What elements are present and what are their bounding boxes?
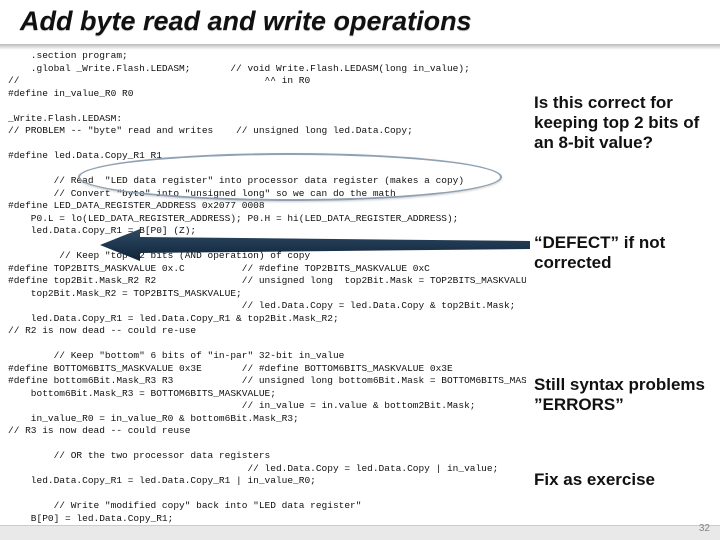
annotation-defect: “DEFECT” if not corrected [534, 233, 712, 273]
slide-title: Add byte read and write operations [0, 0, 720, 41]
annotation-question: Is this correct for keeping top 2 bits o… [534, 93, 712, 153]
annotation-fix: Fix as exercise [534, 470, 712, 490]
defect-arrow [100, 225, 530, 265]
annotations: Is this correct for keeping top 2 bits o… [534, 55, 712, 525]
highlight-ellipse [78, 153, 502, 201]
slide: Add byte read and write operations .sect… [0, 0, 720, 540]
footer-bar [0, 525, 720, 540]
code-block: .section program; .global _Write.Flash.L… [8, 50, 526, 528]
page-number: 32 [699, 523, 710, 534]
annotation-errors: Still syntax problems ”ERRORS” [534, 375, 712, 415]
